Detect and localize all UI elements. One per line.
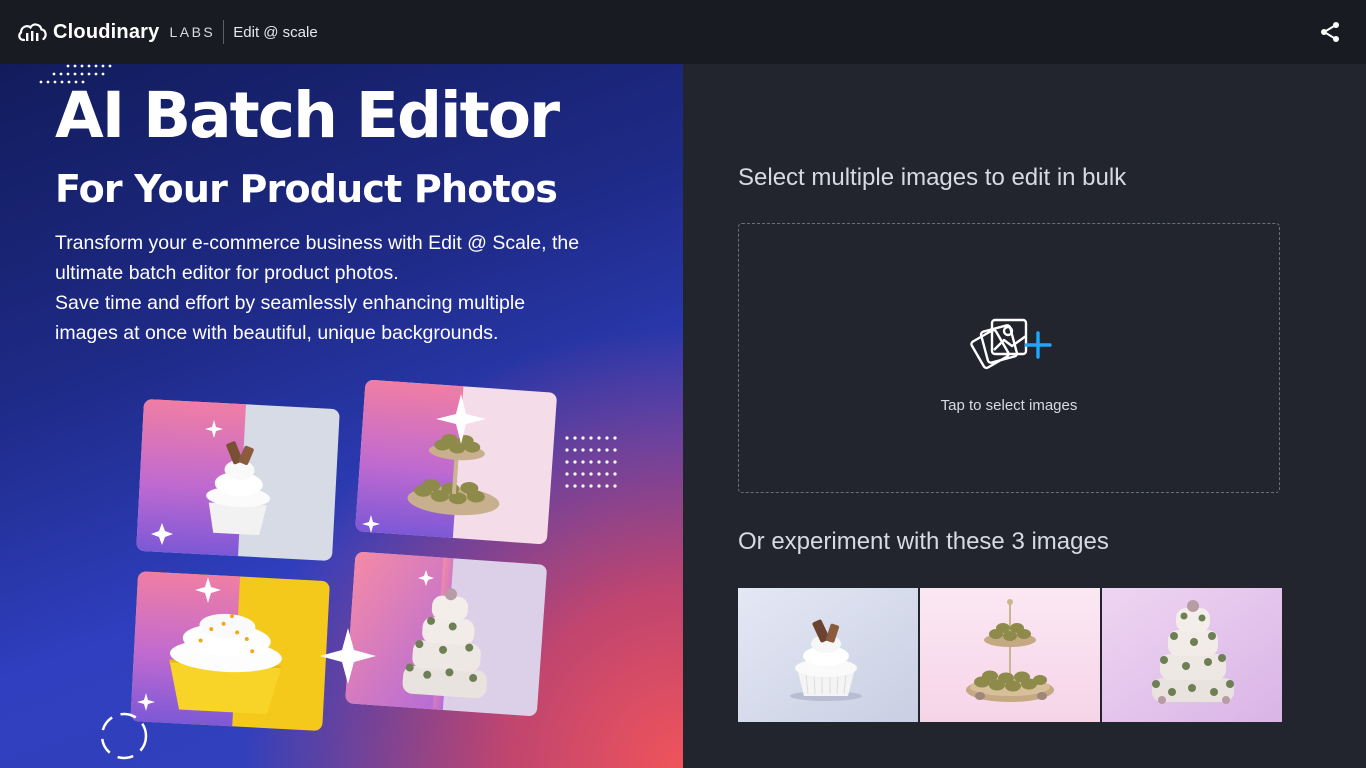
cloudinary-cloud-icon bbox=[18, 23, 47, 42]
product-name: Edit @ scale bbox=[233, 23, 318, 41]
upload-panel: Select multiple images to edit in bulk T… bbox=[683, 64, 1366, 768]
collage-card-macarons bbox=[355, 380, 557, 544]
collage-card-floral-cake bbox=[345, 552, 547, 716]
sample-images-heading: Or experiment with these 3 images bbox=[738, 528, 1109, 555]
add-images-icon bbox=[970, 318, 1052, 370]
dropzone-label: Tap to select images bbox=[940, 397, 1078, 414]
collage-card-cupcake bbox=[136, 399, 340, 561]
brand-name: Cloudinary bbox=[53, 20, 160, 43]
sample-image-macaron-stand[interactable] bbox=[920, 588, 1100, 722]
logo[interactable]: Cloudinary LABS bbox=[17, 21, 215, 44]
floral-cake-image bbox=[1102, 588, 1282, 722]
collage-card-yellow-cupcake bbox=[130, 571, 330, 731]
macaron-stand-image bbox=[920, 588, 1100, 722]
image-dropzone[interactable]: Tap to select images bbox=[738, 223, 1280, 493]
share-icon[interactable] bbox=[1318, 20, 1342, 44]
sample-image-floral-cake[interactable] bbox=[1102, 588, 1282, 722]
sample-images-row bbox=[738, 588, 1282, 722]
sample-image-cupcake[interactable] bbox=[738, 588, 918, 722]
top-bar: Cloudinary LABS Edit @ scale bbox=[0, 0, 1366, 64]
cupcake-image bbox=[738, 588, 918, 722]
labs-label: LABS bbox=[169, 24, 216, 40]
hero-panel: AI Batch Editor For Your Product Photos … bbox=[0, 64, 683, 768]
select-images-heading: Select multiple images to edit in bulk bbox=[738, 164, 1127, 191]
product-collage-illustration bbox=[100, 380, 617, 760]
dot-grid-decoration bbox=[565, 436, 617, 488]
header-divider bbox=[223, 20, 225, 44]
